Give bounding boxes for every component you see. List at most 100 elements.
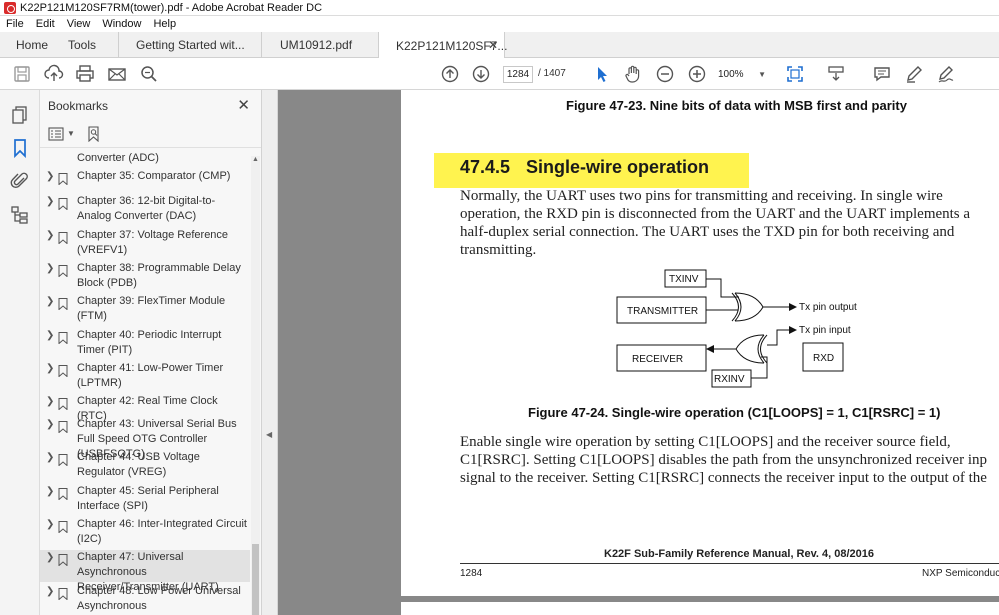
label-txinv: TXINV	[669, 274, 699, 285]
menu-window[interactable]: Window	[96, 18, 147, 30]
find-bookmark-icon[interactable]	[86, 126, 102, 143]
page-number-input[interactable]: 1284	[503, 66, 533, 83]
bookmark-icon[interactable]	[10, 138, 30, 159]
bookmark-item[interactable]: ❯ Chapter 40: Periodic Interrupt Timer (…	[40, 328, 250, 359]
fit-page-icon[interactable]	[785, 64, 805, 84]
search-icon[interactable]	[139, 64, 159, 84]
panel-collapse-bar[interactable]: ◀	[262, 90, 278, 615]
structure-icon[interactable]	[10, 205, 30, 225]
close-icon[interactable]: ✕	[237, 96, 250, 114]
scrollbar-thumb[interactable]	[252, 544, 259, 615]
bookmark-flag-icon	[58, 453, 68, 467]
chevron-right-icon[interactable]: ❯	[46, 230, 54, 241]
arrow-receiver	[706, 345, 714, 353]
comment-icon[interactable]	[872, 64, 892, 84]
chevron-right-icon[interactable]: ❯	[46, 586, 54, 597]
bookmark-flag-icon	[58, 553, 68, 567]
chevron-right-icon[interactable]: ❯	[46, 171, 54, 182]
bookmark-item[interactable]: ❯ Chapter 39: FlexTimer Module (FTM)	[40, 294, 250, 325]
zoom-level-select[interactable]: 100% ▼	[718, 66, 770, 83]
bookmark-item[interactable]: ❯ Chapter 45: Serial Peripheral Interfac…	[40, 484, 250, 515]
bookmark-item[interactable]: ❯ Chapter 48: Low Power Universal Asynch…	[40, 584, 250, 615]
bookmark-item[interactable]: ❯ Chapter 42: Real Time Clock (RTC)	[40, 394, 250, 422]
bookmark-item[interactable]: ❯ Chapter 36: 12-bit Digital-to-Analog C…	[40, 194, 250, 225]
bookmark-label: Converter (ADC)	[77, 152, 159, 164]
bookmark-item[interactable]: ❯ Chapter 46: Inter-Integrated Circuit (…	[40, 517, 250, 548]
chevron-right-icon[interactable]: ❯	[46, 296, 54, 307]
print-icon[interactable]	[75, 64, 95, 84]
bookmark-item[interactable]: ❯ Chapter 41: Low-Power Timer (LPTMR)	[40, 361, 250, 392]
menu-bar: File Edit View Window Help	[0, 16, 999, 32]
bookmark-item[interactable]: ❯ Chapter 38: Programmable Delay Block (…	[40, 261, 250, 292]
scroll-up-icon[interactable]: ▲	[252, 156, 259, 163]
bookmarks-scrollbar[interactable]: ▲	[251, 156, 260, 615]
hand-tool-icon[interactable]	[623, 64, 643, 84]
chevron-right-icon[interactable]: ❯	[46, 396, 54, 407]
pages-icon[interactable]	[10, 105, 30, 125]
page-total: / 1407	[538, 68, 566, 79]
wire-txinv	[706, 278, 739, 298]
document-viewport[interactable]: Figure 47-23. Nine bits of data with MSB…	[278, 90, 999, 615]
next-page-icon[interactable]	[471, 64, 491, 84]
bookmark-item[interactable]: ❯ Chapter 43: Universal Serial Bus Full …	[40, 417, 250, 460]
chevron-down-icon: ▼	[758, 70, 766, 79]
menu-file[interactable]: File	[0, 18, 30, 30]
bookmark-flag-icon	[58, 331, 68, 345]
bookmark-label: Chapter 37: Voltage Reference (VREFV1)	[77, 229, 229, 256]
save-icon[interactable]	[12, 64, 32, 84]
chevron-right-icon[interactable]: ❯	[46, 330, 54, 341]
label-tx-output: Tx pin output	[799, 302, 857, 313]
sign-icon[interactable]	[936, 64, 956, 84]
zoom-level-value: 100%	[718, 69, 744, 80]
email-icon[interactable]	[107, 64, 127, 84]
page-footer-title: K22F Sub-Family Reference Manual, Rev. 4…	[604, 548, 875, 560]
bookmark-item-selected[interactable]: ❯ Chapter 47: Universal Asynchronous Rec…	[40, 550, 250, 593]
bookmarks-panel: Bookmarks ✕ ▼ Converter (ADC) ❯ Chapter …	[40, 90, 262, 615]
menu-help[interactable]: Help	[147, 18, 182, 30]
wire-tx-in	[767, 329, 789, 346]
bookmark-label: Chapter 38: Programmable Delay Block (PD…	[77, 262, 241, 289]
chevron-right-icon[interactable]: ❯	[46, 452, 54, 463]
options-menu-icon[interactable]	[48, 127, 64, 141]
tab-document-getting-started[interactable]: Getting Started wit...	[118, 32, 261, 58]
next-pdf-page	[401, 602, 999, 615]
chevron-down-icon[interactable]: ▼	[67, 129, 75, 138]
attachment-icon[interactable]	[10, 171, 30, 191]
bookmark-flag-icon	[58, 587, 68, 601]
chevron-right-icon[interactable]: ❯	[46, 519, 54, 530]
menu-view[interactable]: View	[61, 18, 97, 30]
tab-tools[interactable]: Tools	[68, 32, 96, 58]
bookmark-item[interactable]: Converter (ADC)	[40, 151, 250, 166]
chevron-right-icon[interactable]: ❯	[46, 419, 54, 430]
tab-document-k22p121[interactable]: K22P121M120SF7... ✕	[378, 32, 507, 59]
tab-document-um10912[interactable]: UM10912.pdf	[261, 32, 378, 58]
chevron-right-icon[interactable]: ❯	[46, 363, 54, 374]
paragraph-line: operation, the RXD pin is disconnected f…	[460, 206, 971, 222]
highlight-pen-icon[interactable]	[904, 64, 924, 84]
bookmark-item[interactable]: ❯ Chapter 44: USB Voltage Regulator (VRE…	[40, 450, 250, 481]
prev-page-icon[interactable]	[440, 64, 460, 84]
collapse-panel-icon[interactable]: ◀	[266, 430, 272, 439]
chevron-right-icon[interactable]: ❯	[46, 263, 54, 274]
scrolling-mode-icon[interactable]	[826, 64, 846, 84]
chevron-right-icon[interactable]: ❯	[46, 552, 54, 563]
chevron-right-icon[interactable]: ❯	[46, 486, 54, 497]
bookmark-label: Chapter 36: 12-bit Digital-to-Analog Con…	[77, 195, 216, 222]
bookmark-flag-icon	[58, 397, 68, 411]
zoom-in-icon[interactable]	[687, 64, 707, 84]
select-cursor-icon[interactable]	[592, 64, 612, 84]
menu-edit[interactable]: Edit	[30, 18, 61, 30]
chevron-right-icon[interactable]: ❯	[46, 196, 54, 207]
tab-home[interactable]: Home	[16, 32, 48, 58]
arrow-tx-out	[789, 303, 797, 311]
bookmark-item[interactable]: ❯ Chapter 35: Comparator (CMP)	[40, 169, 250, 186]
pdf-page: Figure 47-23. Nine bits of data with MSB…	[401, 90, 999, 596]
upload-icon[interactable]	[44, 64, 64, 84]
close-tab-icon[interactable]: ✕	[488, 38, 498, 52]
zoom-out-icon[interactable]	[655, 64, 675, 84]
bookmark-flag-icon	[58, 231, 68, 245]
bookmark-flag-icon	[58, 520, 68, 534]
toolbar: 1284 / 1407 100% ▼	[0, 58, 999, 90]
single-wire-diagram: TXINV TRANSMITTER Tx pin output Tx pin i…	[616, 269, 857, 388]
bookmark-item[interactable]: ❯ Chapter 37: Voltage Reference (VREFV1)	[40, 228, 250, 259]
